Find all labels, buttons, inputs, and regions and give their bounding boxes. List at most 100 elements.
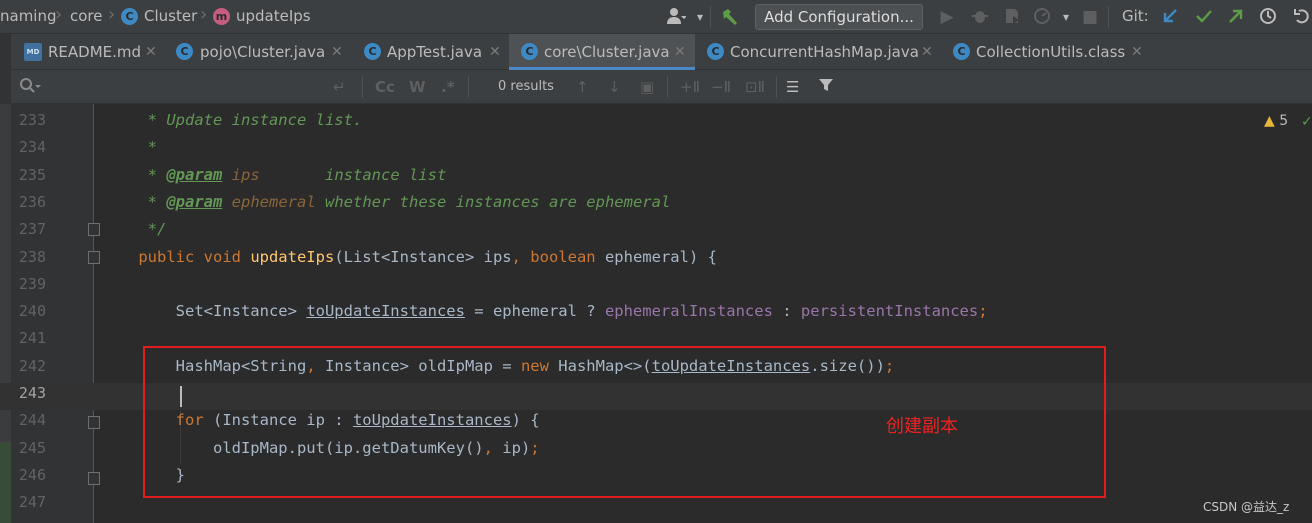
tab-apptest[interactable]: C AppTest.java ✕ bbox=[352, 34, 509, 70]
close-icon[interactable]: ✕ bbox=[489, 34, 501, 70]
search-icon[interactable] bbox=[19, 77, 41, 100]
line-number[interactable]: 240 bbox=[18, 298, 46, 325]
code-line[interactable]: * bbox=[101, 134, 157, 161]
tab-readme[interactable]: MD README.md ✕ bbox=[12, 34, 162, 70]
git-update-icon[interactable] bbox=[1160, 7, 1180, 30]
filter-lines-icon[interactable]: ☰ bbox=[786, 77, 799, 97]
close-icon[interactable]: ✕ bbox=[674, 34, 686, 70]
find-bar: ↵ Cc W .* 0 results ↑ ↓ ▣ +Ⅱ −Ⅱ ⊡Ⅱ ☰ bbox=[0, 70, 1312, 104]
build-hammer-icon[interactable] bbox=[720, 7, 740, 32]
regex-toggle[interactable]: .* bbox=[441, 77, 455, 97]
add-occurrence-icon[interactable]: +Ⅱ bbox=[680, 77, 700, 97]
line-number[interactable]: 246 bbox=[18, 462, 46, 489]
profile-icon[interactable] bbox=[1032, 7, 1052, 30]
stop-icon[interactable]: ■ bbox=[1080, 7, 1100, 27]
git-push-icon[interactable] bbox=[1226, 7, 1246, 30]
filter-icon[interactable] bbox=[818, 77, 834, 98]
vertical-scrollbar[interactable] bbox=[1300, 104, 1312, 523]
user-icon[interactable] bbox=[666, 7, 687, 30]
tab-label: core\Cluster.java bbox=[544, 43, 670, 61]
line-number[interactable]: 242 bbox=[18, 353, 46, 380]
line-number[interactable]: 245 bbox=[18, 435, 46, 462]
code-token: * Update instance list. bbox=[101, 111, 363, 129]
coverage-icon[interactable] bbox=[1002, 7, 1022, 30]
line-number[interactable]: 236 bbox=[18, 189, 46, 216]
fold-start-icon[interactable] bbox=[88, 251, 100, 264]
code-editor[interactable]: 233 * Update instance list. 234 * 235 * @p… bbox=[0, 104, 1312, 523]
whole-word-toggle[interactable]: W bbox=[409, 77, 426, 97]
chevron-down-icon[interactable]: ▾ bbox=[690, 7, 710, 27]
toolbar-separator bbox=[667, 76, 668, 98]
breadcrumb-core[interactable]: core bbox=[70, 7, 103, 25]
code-line[interactable]: */ bbox=[101, 216, 167, 243]
toolbar-separator bbox=[776, 76, 777, 98]
match-case-toggle[interactable]: Cc bbox=[375, 77, 395, 97]
tab-core-cluster[interactable]: C core\Cluster.java ✕ bbox=[509, 34, 695, 70]
line-number[interactable]: 237 bbox=[18, 216, 46, 243]
code-line[interactable]: * @param ephemeral whether these instanc… bbox=[101, 189, 671, 216]
breadcrumb-cluster[interactable]: Cluster bbox=[144, 7, 197, 25]
code-token: @param bbox=[166, 165, 223, 184]
tab-label: pojo\Cluster.java bbox=[200, 43, 326, 61]
line-number[interactable]: 234 bbox=[18, 134, 46, 161]
next-occurrence-icon[interactable]: ↓ bbox=[608, 77, 621, 97]
remove-occurrence-icon[interactable]: −Ⅱ bbox=[711, 77, 731, 97]
close-icon[interactable]: ✕ bbox=[145, 34, 157, 70]
line-number[interactable]: 235 bbox=[18, 162, 46, 189]
tab-label: README.md bbox=[48, 43, 142, 61]
history-clock-icon[interactable] bbox=[1258, 7, 1278, 30]
gutter-border bbox=[93, 104, 94, 523]
line-number[interactable]: 233 bbox=[18, 107, 46, 134]
class-icon: C bbox=[521, 43, 538, 60]
inspection-widget[interactable]: ▲ 5 bbox=[1264, 113, 1288, 129]
breadcrumb-naming[interactable]: naming bbox=[0, 7, 57, 25]
rollback-icon[interactable] bbox=[1292, 7, 1312, 30]
annotation-highlight-box bbox=[143, 346, 1106, 498]
line-number[interactable]: 239 bbox=[18, 271, 46, 298]
line-number[interactable]: 243 bbox=[18, 380, 46, 407]
close-icon[interactable]: ✕ bbox=[331, 34, 343, 70]
code-token: @param bbox=[166, 192, 223, 211]
previous-occurrence-icon[interactable]: ↑ bbox=[576, 77, 589, 97]
search-input[interactable] bbox=[48, 76, 328, 98]
class-icon: C bbox=[121, 8, 138, 25]
code-token: , bbox=[511, 247, 531, 266]
run-icon[interactable]: ▶ bbox=[937, 7, 957, 27]
fold-start-icon[interactable] bbox=[88, 416, 100, 429]
search-results-count: 0 results bbox=[498, 79, 554, 94]
tab-concurrenthashmap[interactable]: C ConcurrentHashMap.java ✕ bbox=[695, 34, 941, 70]
git-label: Git: bbox=[1122, 7, 1149, 25]
code-line[interactable]: * @param ips instance list bbox=[101, 162, 447, 189]
toolbar-separator bbox=[1108, 6, 1109, 28]
fold-end-icon[interactable] bbox=[88, 472, 100, 485]
code-token: ips bbox=[231, 165, 260, 184]
git-commit-icon[interactable] bbox=[1194, 7, 1214, 30]
close-icon[interactable]: ✕ bbox=[921, 34, 933, 70]
line-number[interactable]: 241 bbox=[18, 325, 46, 352]
line-number[interactable]: 244 bbox=[18, 407, 46, 434]
select-all-matches-icon[interactable]: ⊡Ⅱ bbox=[745, 77, 765, 97]
newline-icon[interactable]: ↵ bbox=[333, 77, 346, 97]
tab-pojo-cluster[interactable]: C pojo\Cluster.java ✕ bbox=[162, 34, 352, 70]
add-configuration-button[interactable]: Add Configuration... bbox=[755, 4, 923, 30]
code-line[interactable]: public void updateIps(List<Instance> ips… bbox=[101, 244, 717, 271]
line-number[interactable]: 247 bbox=[18, 489, 46, 516]
breadcrumb-updateips[interactable]: updateIps bbox=[236, 7, 311, 25]
code-token: ephemeral) { bbox=[604, 247, 717, 266]
code-token: * bbox=[101, 192, 167, 211]
chevron-down-icon[interactable]: ▾ bbox=[1056, 7, 1076, 27]
debug-icon[interactable] bbox=[970, 7, 990, 30]
select-all-occurrences-icon[interactable]: ▣ bbox=[640, 77, 654, 97]
fold-end-icon[interactable] bbox=[88, 223, 100, 236]
close-icon[interactable]: ✕ bbox=[1131, 34, 1143, 70]
code-line[interactable]: Set<Instance> toUpdateInstances = epheme… bbox=[101, 298, 988, 325]
code-line[interactable]: * Update instance list. bbox=[101, 107, 363, 134]
line-number[interactable]: 238 bbox=[18, 244, 46, 271]
tab-label: AppTest.java bbox=[387, 43, 483, 61]
tab-collectionutils[interactable]: C CollectionUtils.class ✕ bbox=[941, 34, 1151, 70]
class-icon: C bbox=[707, 43, 724, 60]
code-token: ephemeralInstances bbox=[604, 302, 773, 321]
class-icon: C bbox=[364, 43, 381, 60]
code-token: boolean bbox=[530, 247, 605, 266]
